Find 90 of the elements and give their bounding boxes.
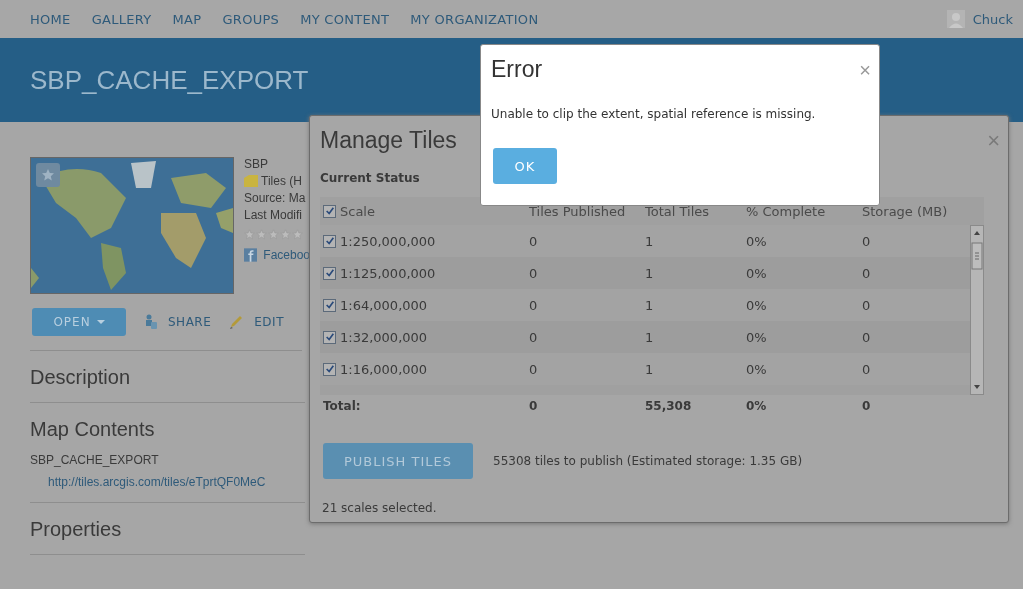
table-cell: 1:125,000,000: [340, 265, 436, 281]
selection-text: 21 scales selected.: [322, 501, 438, 515]
section-heading: Map Contents: [30, 418, 156, 441]
total-cell-text: 55,308: [645, 399, 693, 413]
user-menu[interactable]: Chuck: [972, 11, 1013, 27]
close-button[interactable]: ×: [987, 127, 1000, 154]
pencil-icon: [229, 314, 245, 330]
check-icon: [324, 332, 335, 342]
people-icon: [144, 314, 158, 330]
table-cell-text: 0: [862, 361, 872, 377]
table-cell: 1:64,000,000: [340, 297, 428, 313]
table-cell-text: 0: [862, 297, 872, 313]
facebook-icon: [244, 248, 258, 262]
check-icon: [324, 364, 335, 374]
folder-icon: [244, 175, 258, 187]
nav-link[interactable]: GROUPS: [222, 11, 280, 27]
check-icon: [324, 300, 335, 310]
nav-link[interactable]: MY ORGANIZATION: [410, 11, 539, 27]
table-cell: 1:250,000,000: [340, 233, 436, 249]
close-button[interactable]: ×: [859, 56, 871, 83]
publish-button[interactable]: PUBLISH TILES: [323, 443, 473, 479]
total-cell-text: 0: [862, 399, 872, 413]
column-header: Scale: [340, 203, 375, 219]
item-type: Tiles (H: [261, 174, 302, 188]
table-cell-text: 0: [529, 297, 539, 313]
star-icon[interactable]: [268, 229, 279, 240]
nav-link[interactable]: HOME: [30, 11, 71, 27]
nav-link[interactable]: MY CONTENT: [300, 11, 390, 27]
star-icon[interactable]: [256, 229, 267, 240]
rating-stars[interactable]: [244, 229, 303, 240]
table-cell-text: 0%: [746, 361, 768, 377]
checkbox[interactable]: [323, 266, 336, 280]
table-cell-text: 0: [529, 265, 539, 281]
column-header: Storage (MB): [862, 203, 949, 219]
table-cell-text: 0%: [746, 233, 768, 249]
table-cell-text: 0%: [746, 265, 768, 281]
check-icon: [324, 268, 335, 278]
caret-icon: [96, 320, 105, 324]
table-cell-text: 0%: [746, 329, 768, 345]
owner-text: SBP: [244, 157, 269, 171]
column-header: % Complete: [746, 203, 827, 219]
table-cell-text: 0: [529, 329, 539, 345]
share-link[interactable]: Faceboo: [263, 248, 310, 262]
column-header: Total Tiles: [645, 203, 711, 219]
error-message: Unable to clip the extent, spatial reference is missing.: [491, 107, 817, 121]
table-cell-text: 0: [529, 361, 539, 377]
table-cell-text: 0: [862, 329, 872, 345]
status-heading: Current Status: [320, 171, 421, 185]
layer-link[interactable]: http://tiles.arcgis.com/tiles/eTprtQF0MeC: [48, 475, 305, 489]
edit-link[interactable]: EDIT: [229, 314, 284, 330]
table-cell-text: 1: [645, 329, 655, 345]
dialog-title: Error: [491, 56, 543, 83]
table-cell: 1:32,000,000: [340, 329, 428, 345]
checkbox[interactable]: [323, 362, 336, 376]
modified-text: Last Modifi: [244, 208, 304, 222]
table-cell-text: 1: [645, 265, 655, 281]
nav-link[interactable]: MAP: [172, 11, 202, 27]
checkbox[interactable]: [323, 204, 336, 218]
section-heading: Description: [30, 366, 132, 389]
table-cell-text: 0: [862, 233, 872, 249]
checkbox[interactable]: [323, 330, 336, 344]
ok-button[interactable]: OK: [493, 148, 557, 184]
column-header: Tiles Published: [529, 203, 627, 219]
table-cell-text: 0%: [746, 297, 768, 313]
avatar-icon: [946, 10, 965, 28]
share-link[interactable]: SHARE: [144, 314, 212, 330]
open-button[interactable]: OPEN: [32, 308, 126, 336]
checkbox[interactable]: [323, 298, 336, 312]
page-title: SBP_CACHE_EXPORT: [30, 64, 309, 96]
table-cell: 1:16,000,000: [340, 361, 428, 377]
section-heading: Properties: [30, 518, 123, 541]
source-text: Source: Ma: [244, 191, 307, 205]
star-icon[interactable]: [244, 229, 255, 240]
total-label: Total:: [322, 399, 362, 413]
star-icon[interactable]: [292, 229, 303, 240]
table-cell-text: 0: [862, 265, 872, 281]
nav-link[interactable]: GALLERY: [91, 11, 152, 27]
star-icon[interactable]: [280, 229, 291, 240]
total-cell-text: 0%: [746, 399, 768, 413]
table-cell-text: 0: [529, 233, 539, 249]
dialog-title: Manage Tiles: [320, 127, 457, 154]
checkbox[interactable]: [323, 234, 336, 248]
table-cell-text: 1: [645, 297, 655, 313]
check-icon: [324, 236, 335, 246]
check-icon: [324, 206, 335, 216]
estimate-text: 55308 tiles to publish (Estimated storage: 1.35 GB): [493, 454, 803, 468]
table-cell-text: 1: [645, 361, 655, 377]
total-cell-text: 0: [529, 399, 539, 413]
table-cell-text: 1: [645, 233, 655, 249]
layer-name: SBP_CACHE_EXPORT: [30, 453, 160, 467]
